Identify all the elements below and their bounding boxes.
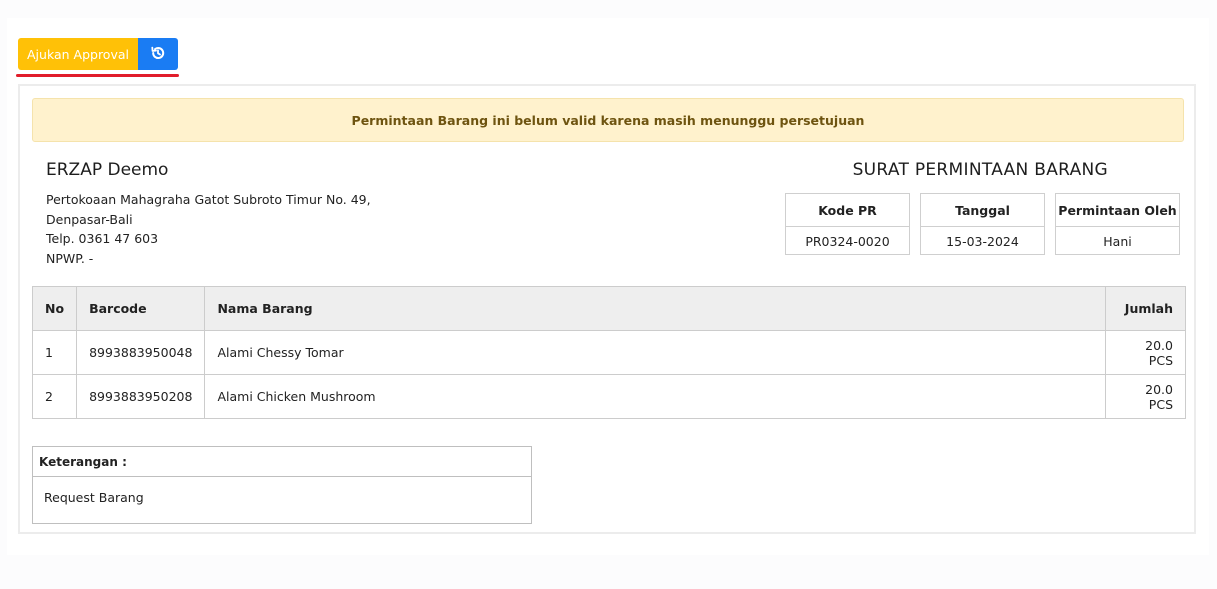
history-icon (150, 45, 166, 64)
cell-barcode: 8993883950208 (76, 374, 206, 419)
notes-text: Request Barang (44, 490, 144, 505)
document-title: SURAT PERMINTAAN BARANG (852, 160, 1108, 180)
submit-approval-button[interactable]: Ajukan Approval (18, 38, 138, 70)
address-line-2: Denpasar-Bali (46, 211, 133, 227)
pending-approval-alert: Permintaan Barang ini belum valid karena… (32, 98, 1184, 142)
history-button[interactable] (138, 38, 178, 70)
company-address: Pertokoaan Mahagraha Gatot Subroto Timur… (46, 190, 371, 269)
meta-label: Tanggal (921, 194, 1044, 227)
company-phone: Telp. 0361 47 603 (46, 231, 159, 247)
cell-no: 2 (31, 374, 78, 419)
col-header-qty: Jumlah (1105, 286, 1186, 331)
address-line-1: Pertokoaan Mahagraha Gatot Subroto Timur… (46, 192, 371, 207)
meta-value: Hani (1103, 233, 1132, 249)
notes-label: Keterangan : (33, 447, 531, 477)
company-name: ERZAP Deemo (46, 160, 169, 180)
col-header-name: Nama Barang (204, 286, 1106, 331)
meta-kode-pr: Kode PR PR0324-0020 (785, 193, 910, 255)
action-button-group: Ajukan Approval (18, 38, 178, 70)
table-row: 1 8993883950048 Alami Chessy Tomar 20.0 … (31, 330, 1186, 375)
meta-value: 15-03-2024 (946, 233, 1019, 249)
cell-qty: 20.0 PCS (1105, 374, 1186, 419)
cell-barcode: 8993883950048 (76, 330, 206, 375)
meta-label: Kode PR (786, 194, 909, 227)
cell-no: 1 (31, 330, 78, 375)
meta-tanggal: Tanggal 15-03-2024 (920, 193, 1045, 255)
purchase-request-document: Permintaan Barang ini belum valid karena… (18, 84, 1196, 534)
alert-message: Permintaan Barang ini belum valid karena… (351, 112, 865, 128)
highlight-underline (16, 74, 179, 77)
cell-qty: 20.0 PCS (1105, 330, 1186, 375)
cell-name: Alami Chessy Tomar (204, 330, 1106, 375)
meta-label: Permintaan Oleh (1056, 194, 1179, 227)
meta-permintaan-oleh: Permintaan Oleh Hani (1055, 193, 1180, 255)
table-header-row: No Barcode Nama Barang Jumlah (31, 286, 1186, 331)
col-header-barcode: Barcode (76, 286, 206, 331)
table-row: 2 8993883950208 Alami Chicken Mushroom 2… (31, 374, 1186, 419)
cell-name: Alami Chicken Mushroom (204, 374, 1106, 419)
notes-box: Keterangan : Request Barang (32, 446, 532, 524)
company-npwp: NPWP. - (46, 251, 94, 267)
col-header-no: No (31, 286, 78, 331)
items-table: No Barcode Nama Barang Jumlah 1 89938839… (31, 286, 1186, 419)
meta-value: PR0324-0020 (805, 233, 890, 249)
